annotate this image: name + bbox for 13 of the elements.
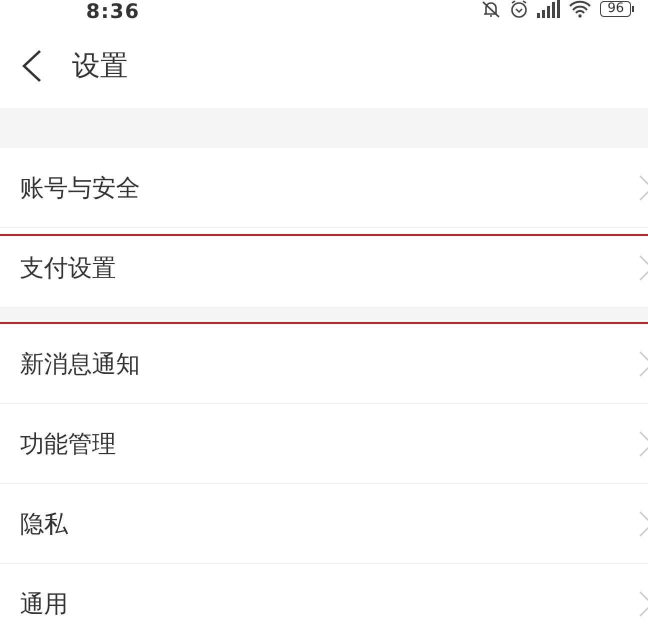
- settings-item[interactable]: 新消息通知: [0, 324, 648, 404]
- signal-icon: [536, 0, 560, 18]
- battery-icon: 96: [600, 1, 634, 17]
- wifi-icon: [568, 0, 592, 18]
- settings-item[interactable]: 隐私: [0, 484, 648, 564]
- settings-item[interactable]: 支付设置: [0, 228, 648, 308]
- page-title: 设置: [72, 48, 128, 84]
- alarm-clock-icon: [510, 0, 528, 18]
- settings-item[interactable]: 通用: [0, 564, 648, 620]
- settings-item[interactable]: 功能管理: [0, 404, 648, 484]
- settings-item[interactable]: 账号与安全: [0, 148, 648, 228]
- muted-bell-icon: [480, 0, 502, 18]
- status-time: 8:36: [86, 0, 140, 22]
